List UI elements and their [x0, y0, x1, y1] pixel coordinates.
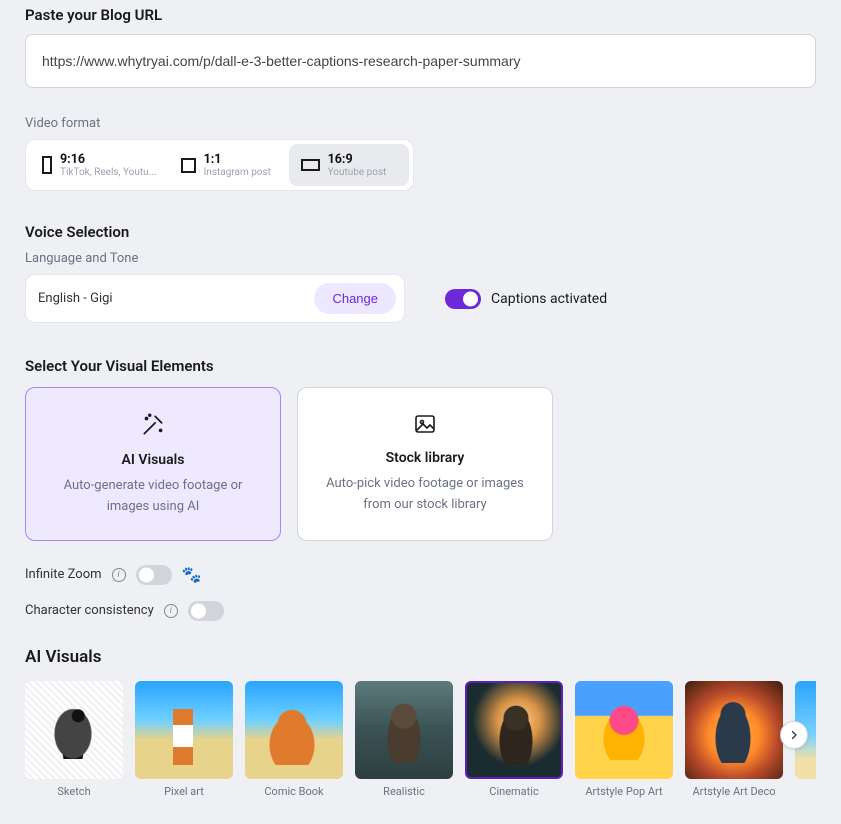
thumb-pixel [135, 681, 233, 779]
thumb-cinematic [465, 681, 563, 779]
infinite-zoom-label: Infinite Zoom [25, 567, 102, 582]
style-label: Cinematic [489, 785, 538, 798]
thumb-sketch [25, 681, 123, 779]
gallery-row: Sketch Pixel art Comic Book Realistic Ci… [25, 681, 816, 798]
style-pop-art[interactable]: Artstyle Pop Art [575, 681, 673, 798]
char-consistency-label: Character consistency [25, 603, 154, 618]
format-options: 9:16 TikTok, Reels, Youtu... 1:1 Instagr… [25, 139, 414, 191]
style-label: Artstyle Art Deco [692, 785, 775, 798]
style-label: Realistic [383, 785, 425, 798]
char-consistency-toggle[interactable] [188, 601, 224, 621]
infinite-zoom-row: Infinite Zoom i 🐾 [25, 565, 816, 585]
voice-current: English - Gigi [38, 291, 113, 306]
thumb-comic [245, 681, 343, 779]
captions-toggle[interactable] [445, 289, 481, 309]
style-sketch[interactable]: Sketch [25, 681, 123, 798]
style-realistic[interactable]: Realistic [355, 681, 453, 798]
voice-selector[interactable]: English - Gigi Change [25, 274, 405, 323]
voice-section: Voice Selection Language and Tone Englis… [25, 223, 816, 323]
format-option-1-1[interactable]: 1:1 Instagram post [169, 144, 289, 186]
style-label: Comic Book [264, 785, 323, 798]
visual-card-stock[interactable]: Stock library Auto-pick video footage or… [297, 387, 553, 541]
thumb-realistic [355, 681, 453, 779]
visual-card-ai-title: AI Visuals [44, 452, 262, 468]
ai-visuals-gallery: AI Visuals Sketch Pixel art Comic Book R… [25, 647, 816, 798]
visual-card-ai-desc: Auto-generate video footage or images us… [44, 476, 262, 518]
change-voice-button[interactable]: Change [314, 283, 396, 314]
info-icon[interactable]: i [164, 604, 178, 618]
thumb-artdeco [685, 681, 783, 779]
style-label: Artstyle Pop Art [585, 785, 662, 798]
format-title-0: 9:16 [60, 152, 157, 167]
visual-elements-section: Select Your Visual Elements AI Visuals A… [25, 357, 816, 621]
aspect-11-icon [181, 158, 196, 173]
url-section: Paste your Blog URL [25, 6, 816, 88]
blog-url-input[interactable] [25, 34, 816, 88]
captions-label: Captions activated [491, 291, 607, 307]
url-title: Paste your Blog URL [25, 6, 816, 24]
style-label: Pixel art [164, 785, 204, 798]
character-consistency-row: Character consistency i [25, 601, 816, 621]
aspect-916-icon [42, 156, 52, 174]
thumb-popart [575, 681, 673, 779]
voice-title: Voice Selection [25, 223, 816, 241]
format-title-2: 16:9 [328, 152, 387, 167]
style-comic-book[interactable]: Comic Book [245, 681, 343, 798]
visual-card-stock-desc: Auto-pick video footage or images from o… [316, 474, 534, 516]
style-label: Sketch [57, 785, 90, 798]
image-icon [316, 412, 534, 436]
captions-toggle-group: Captions activated [445, 289, 607, 309]
chevron-right-icon [788, 729, 800, 741]
style-art-deco[interactable]: Artstyle Art Deco [685, 681, 783, 798]
style-pixel-art[interactable]: Pixel art [135, 681, 233, 798]
visual-section-title: Select Your Visual Elements [25, 357, 816, 375]
video-format-section: Video format 9:16 TikTok, Reels, Youtu..… [25, 116, 816, 191]
gallery-next-button[interactable] [780, 721, 808, 749]
aspect-169-icon [301, 159, 320, 171]
gallery-title: AI Visuals [25, 647, 816, 667]
format-sub-0: TikTok, Reels, Youtu... [60, 167, 157, 178]
style-cinematic[interactable]: Cinematic [465, 681, 563, 798]
paw-icon: 🐾 [182, 565, 202, 584]
info-icon[interactable]: i [112, 568, 126, 582]
visual-card-stock-title: Stock library [316, 450, 534, 466]
format-option-16-9[interactable]: 16:9 Youtube post [289, 144, 409, 186]
magic-wand-icon [44, 412, 262, 438]
format-label: Video format [25, 116, 816, 131]
voice-subtitle: Language and Tone [25, 251, 816, 266]
infinite-zoom-toggle[interactable] [136, 565, 172, 585]
visual-card-ai[interactable]: AI Visuals Auto-generate video footage o… [25, 387, 281, 541]
format-sub-2: Youtube post [328, 167, 387, 178]
format-sub-1: Instagram post [204, 167, 271, 178]
format-option-9-16[interactable]: 9:16 TikTok, Reels, Youtu... [30, 144, 169, 186]
format-title-1: 1:1 [204, 152, 271, 167]
